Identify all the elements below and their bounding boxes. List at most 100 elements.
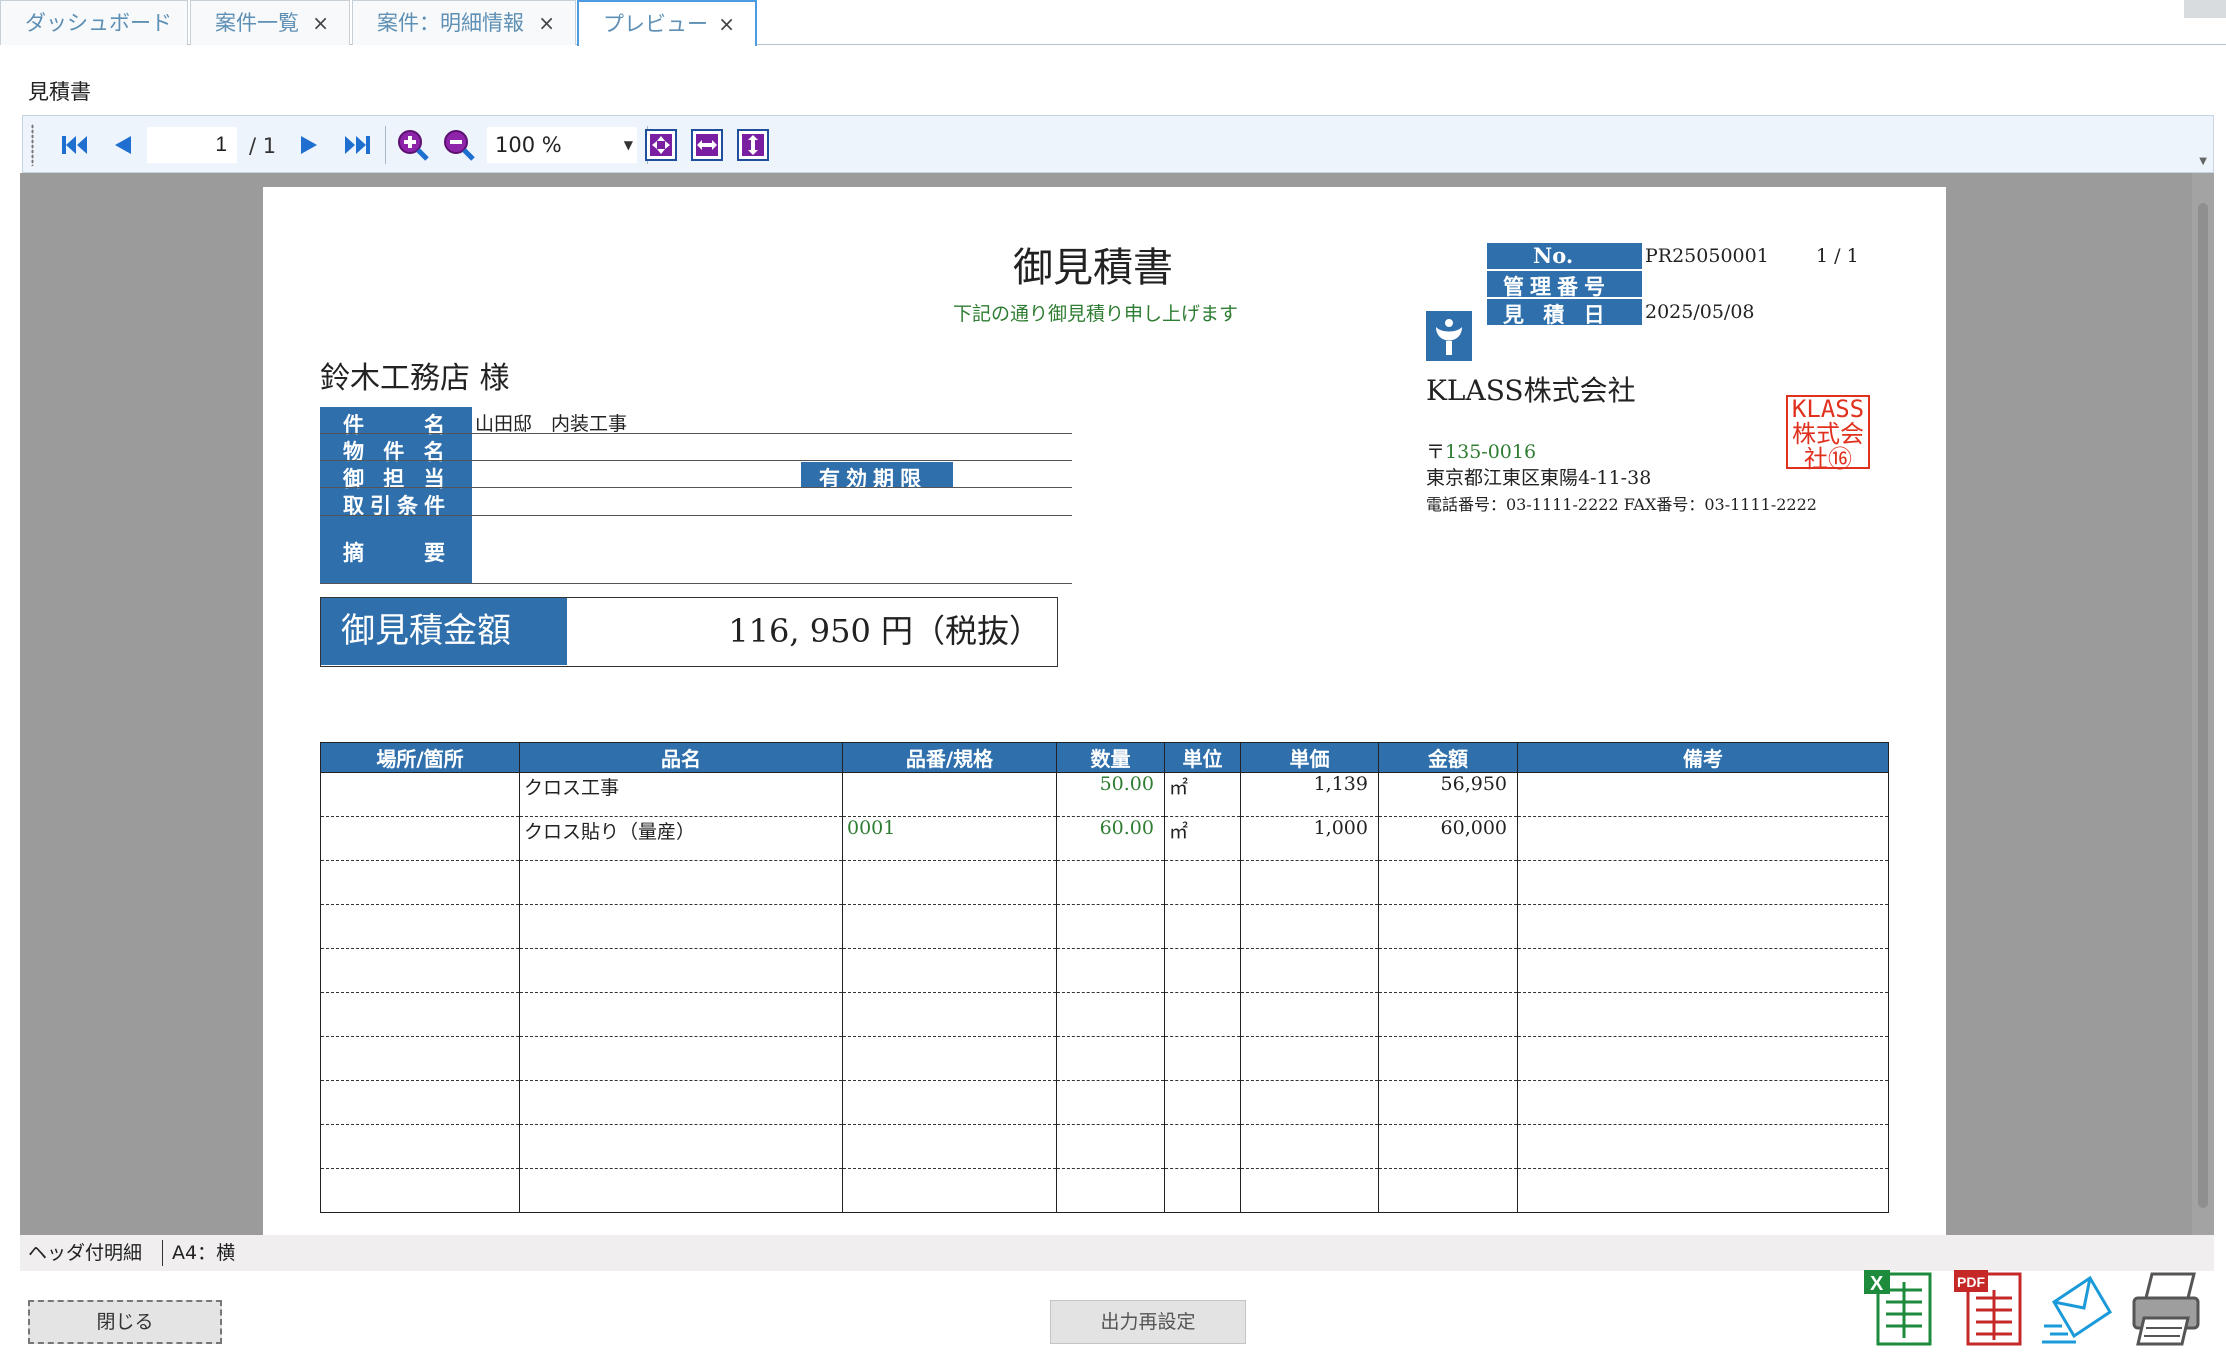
date-label: 見 積 日 (1503, 302, 1611, 327)
cell-place (320, 992, 520, 1037)
zoom-out-button[interactable] (441, 127, 477, 163)
column-header: 金額 (1378, 742, 1518, 773)
cell-note (1517, 1080, 1889, 1125)
tab-preview[interactable]: プレビュー × (577, 0, 757, 46)
report-name: 見積書 (28, 80, 91, 104)
pdf-icon[interactable]: PDF (1950, 1268, 2026, 1348)
estimate-title: 御見積書 (1013, 245, 1173, 291)
prev-page-button[interactable] (105, 127, 141, 163)
scrollbar-thumb[interactable] (2198, 203, 2208, 1208)
fit-width-button[interactable] (689, 127, 725, 163)
toolbar-overflow-icon[interactable]: ▼ (2199, 156, 2207, 167)
fit-page-button[interactable] (643, 127, 679, 163)
cell-price (1240, 1124, 1379, 1169)
cell-unit (1164, 1124, 1241, 1169)
tab-dashboard[interactable]: ダッシュボード (0, 0, 188, 45)
first-page-button[interactable] (57, 127, 93, 163)
cell-amount (1378, 1168, 1518, 1213)
cell-place (320, 860, 520, 905)
column-header: 単位 (1164, 742, 1241, 773)
last-page-button[interactable] (339, 127, 375, 163)
company-logo-icon (1426, 311, 1472, 361)
mail-icon[interactable] (2040, 1268, 2116, 1348)
fit-height-button[interactable] (735, 127, 771, 163)
zoom-in-button[interactable] (395, 127, 431, 163)
subject-value: 山田邸 内装工事 (475, 413, 628, 435)
next-page-button[interactable] (291, 127, 327, 163)
cell-item (519, 1080, 843, 1125)
cell-item (519, 992, 843, 1037)
cell-qty: 50.00 (1056, 772, 1165, 817)
tab-label: ダッシュボード (25, 11, 172, 35)
row-rule (320, 433, 1072, 434)
close-icon[interactable]: × (312, 1, 329, 46)
subject-label: 件 名 (343, 412, 451, 437)
cell-unit (1164, 1036, 1241, 1081)
cell-price: 1,139 (1240, 772, 1379, 817)
cell-qty (1056, 860, 1165, 905)
close-icon[interactable]: × (718, 2, 735, 47)
table-row (320, 948, 1889, 993)
column-header: 単価 (1240, 742, 1379, 773)
cell-unit (1164, 1080, 1241, 1125)
cell-place (320, 1080, 520, 1125)
preview-viewer: 御見積書 下記の通り御見積り申し上げます No. PR25050001 1 / … (20, 173, 2214, 1235)
window-control[interactable] (2184, 0, 2226, 18)
cell-code (842, 992, 1057, 1037)
table-row (320, 1036, 1889, 1081)
cell-price (1240, 992, 1379, 1037)
fit-page-icon (645, 129, 677, 161)
close-icon[interactable]: × (538, 1, 555, 46)
zoom-select[interactable]: 100 % ▼ (487, 127, 637, 163)
close-button[interactable]: 閉じる (28, 1300, 222, 1344)
printer-icon[interactable] (2128, 1268, 2204, 1348)
vertical-scrollbar[interactable] (2192, 173, 2214, 1235)
cell-item: クロス貼り（量産） (519, 816, 843, 861)
fit-height-icon (737, 129, 769, 161)
cell-qty: 60.00 (1056, 816, 1165, 861)
cell-place (320, 1168, 520, 1213)
cell-unit (1164, 860, 1241, 905)
estimate-date: 2025/05/08 (1645, 301, 1755, 323)
cell-price (1240, 860, 1379, 905)
line-items-table: 場所/箇所 品名 品番/規格 数量 単位 単価 金額 備考 クロス工事 50.00… (320, 742, 1889, 1213)
customer-name: 鈴木工務店 様 (320, 361, 510, 396)
company-seal: KLASS 株式会 社⑯ (1786, 395, 1870, 472)
last-page-icon (345, 136, 370, 154)
toolbar-grip[interactable] (31, 124, 34, 166)
cell-place (320, 948, 520, 993)
cell-code: 0001 (842, 816, 1057, 861)
column-header: 数量 (1056, 742, 1165, 773)
output-reset-button[interactable]: 出力再設定 (1050, 1300, 1246, 1344)
tab-project-detail[interactable]: 案件：明細情報 × (352, 0, 576, 45)
cell-amount (1378, 1124, 1518, 1169)
cell-qty (1056, 948, 1165, 993)
cell-price (1240, 1080, 1379, 1125)
property-label: 物 件 名 (343, 439, 451, 464)
cell-code (842, 904, 1057, 949)
total-amount: 116, 950 円（税抜） (728, 612, 1041, 650)
tab-label: プレビュー (603, 12, 708, 36)
postal-code: 135-0016 (1445, 441, 1537, 463)
excel-icon[interactable]: X (1860, 1268, 1936, 1348)
cell-unit: ㎡ (1164, 816, 1241, 861)
cell-code (842, 1036, 1057, 1081)
cell-amount (1378, 948, 1518, 993)
cell-unit (1164, 1168, 1241, 1213)
column-header: 場所/箇所 (320, 742, 520, 773)
cell-item (519, 904, 843, 949)
cell-place (320, 1036, 520, 1081)
tab-label: 案件：明細情報 (377, 11, 524, 35)
tab-bar: ダッシュボード 案件一覧 × 案件：明細情報 × プレビュー × (0, 0, 2226, 46)
toolbar-separator (385, 126, 386, 164)
cell-code (842, 1124, 1057, 1169)
page-number-input[interactable] (147, 127, 237, 163)
chevron-down-icon: ▼ (623, 138, 633, 152)
estimate-page: 御見積書 下記の通り御見積り申し上げます No. PR25050001 1 / … (263, 187, 1946, 1235)
company-address: 東京都江東区東陽4-11-38 (1426, 467, 1652, 489)
tab-project-list[interactable]: 案件一覧 × (190, 0, 350, 45)
cell-item: クロス工事 (519, 772, 843, 817)
cell-amount: 56,950 (1378, 772, 1518, 817)
cell-amount (1378, 1080, 1518, 1125)
cell-amount (1378, 992, 1518, 1037)
